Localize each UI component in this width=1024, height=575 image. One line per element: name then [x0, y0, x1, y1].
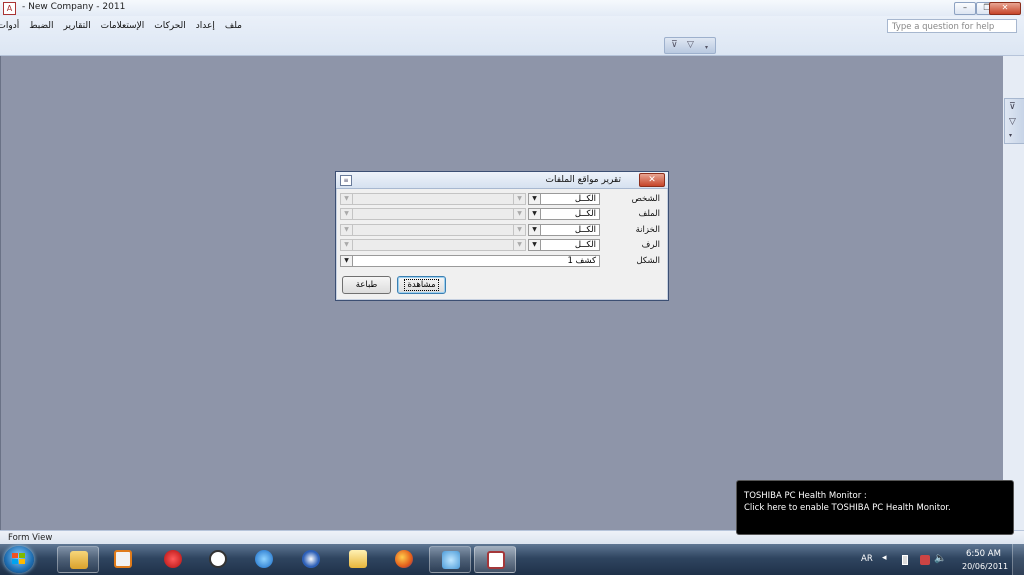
taskbar-internet-explorer[interactable] — [243, 546, 285, 573]
status-text: Form View — [8, 533, 53, 543]
dialog-title-bar: ≡ تقرير مواقع الملفات ✕ — [336, 172, 668, 189]
person-combo[interactable]: ▼ الكــل — [528, 193, 600, 205]
chevron-down-icon[interactable]: ▼ — [529, 209, 541, 219]
taskbar-users[interactable] — [429, 546, 471, 573]
taskbar-media-player[interactable] — [102, 546, 144, 573]
taskbar-access[interactable] — [474, 546, 516, 573]
print-button[interactable]: طباعة — [342, 276, 391, 294]
media-player-icon — [114, 550, 132, 568]
clock-icon — [209, 550, 227, 568]
docked-filter-icon[interactable]: ▽ — [1009, 117, 1016, 127]
health-monitor-notification[interactable]: TOSHIBA PC Health Monitor : Click here t… — [736, 480, 1014, 535]
chevron-down-icon: ▼ — [341, 225, 353, 235]
internet-explorer-icon — [255, 550, 273, 568]
taskbar-clock-app[interactable] — [197, 546, 239, 573]
battery-icon[interactable] — [902, 555, 908, 565]
shape-label: الشكل — [636, 256, 660, 266]
file-row: ▼ ▼ ▼ الكــل الملف — [336, 208, 668, 221]
chevron-down-icon: ▼ — [341, 194, 353, 204]
form-icon[interactable]: ≡ — [340, 175, 352, 186]
filter-clear-icon[interactable]: ⊽ — [671, 40, 678, 50]
tray-date[interactable]: 20/06/2011 — [962, 562, 1008, 571]
cabinet-row: ▼ ▼ ▼ الكــل الخزانة — [336, 224, 668, 237]
menu-control[interactable]: الضبط — [29, 21, 53, 31]
help-search-input[interactable]: Type a question for help — [887, 19, 1017, 33]
shape-combo[interactable]: ▼ كشف 1 — [340, 255, 600, 267]
shelf-combo[interactable]: ▼ الكــل — [528, 239, 600, 251]
volume-icon[interactable]: 🔈 — [934, 553, 946, 564]
notification-message[interactable]: Click here to enable TOSHIBA PC Health M… — [744, 503, 951, 513]
filter-icon[interactable]: ▽ — [687, 40, 694, 50]
title-bar: A - New Company - 2011 – ❐ ✕ — [0, 0, 1024, 17]
firefox-icon — [395, 550, 413, 568]
person-detail-combo: ▼ ▼ — [340, 193, 526, 205]
file-combo[interactable]: ▼ الكــل — [528, 208, 600, 220]
tray-time[interactable]: 6:50 AM — [966, 549, 1001, 559]
dialog-close-button[interactable]: ✕ — [639, 173, 665, 187]
menu-tools[interactable]: أدوات — [0, 21, 19, 31]
taskbar-explorer[interactable] — [57, 546, 99, 573]
main-menu: ملف إعداد الحركات الإستعلامات التقارير ا… — [0, 21, 242, 31]
cabinet-detail-combo: ▼ ▼ — [340, 224, 526, 236]
chevron-down-icon: ▼ — [513, 209, 525, 219]
show-desktop-button[interactable] — [1012, 544, 1024, 575]
users-icon — [442, 551, 460, 569]
mail-icon — [349, 550, 367, 568]
menu-reports[interactable]: التقارير — [64, 21, 91, 31]
chevron-down-icon[interactable]: ▼ — [529, 225, 541, 235]
close-button[interactable]: ✕ — [989, 2, 1021, 15]
access-app-icon[interactable]: A — [3, 2, 16, 15]
docked-toolbar-options-icon[interactable]: ▾ — [1009, 132, 1012, 139]
menu-file[interactable]: ملف — [225, 21, 242, 31]
minimize-button[interactable]: – — [954, 2, 976, 15]
menu-transactions[interactable]: الحركات — [154, 21, 186, 31]
taskbar-messenger[interactable] — [290, 546, 332, 573]
chevron-down-icon: ▼ — [513, 194, 525, 204]
taskbar: AR ◂ 🔈 6:50 AM 20/06/2011 — [0, 544, 1024, 575]
chevron-down-icon: ▼ — [513, 225, 525, 235]
person-label: الشخص — [631, 194, 660, 204]
chevron-down-icon: ▼ — [513, 240, 525, 250]
cabinet-combo[interactable]: ▼ الكــل — [528, 224, 600, 236]
windows-logo-icon — [12, 553, 25, 564]
messenger-icon — [302, 550, 320, 568]
toolbar-options-icon[interactable]: ▾ — [705, 44, 708, 51]
shape-row: ▼ كشف 1 الشكل — [336, 255, 668, 268]
file-locations-report-dialog: ≡ تقرير مواقع الملفات ✕ ▼ ▼ ▼ الكــل الشخص… — [335, 171, 669, 301]
language-indicator[interactable]: AR — [861, 554, 873, 564]
menu-queries[interactable]: الإستعلامات — [101, 21, 145, 31]
docked-filter-toolbar[interactable]: ⊽ ▽ ▾ — [1004, 98, 1024, 144]
network-icon[interactable] — [920, 555, 930, 565]
notification-title: TOSHIBA PC Health Monitor : — [744, 491, 867, 501]
docked-filter-clear-icon[interactable]: ⊽ — [1009, 102, 1016, 112]
chevron-down-icon[interactable]: ▼ — [529, 194, 541, 204]
access-icon — [487, 551, 505, 569]
person-row: ▼ ▼ ▼ الكــل الشخص — [336, 193, 668, 206]
menu-bar: ملف إعداد الحركات الإستعلامات التقارير ا… — [0, 16, 1024, 56]
view-button[interactable]: مشاهدة — [397, 276, 446, 294]
taskbar-firefox[interactable] — [383, 546, 425, 573]
tray-expand-icon[interactable]: ◂ — [882, 553, 887, 563]
menu-setup[interactable]: إعداد — [196, 21, 215, 31]
taskbar-pushpin[interactable] — [152, 546, 194, 573]
chevron-down-icon[interactable]: ▼ — [529, 240, 541, 250]
shelf-label: الرف — [641, 240, 660, 250]
filter-toolbar[interactable]: ⊽ ▽ ▾ — [664, 37, 716, 54]
start-button[interactable] — [4, 546, 34, 573]
pushpin-icon — [164, 550, 182, 568]
taskbar-mail[interactable] — [337, 546, 379, 573]
folder-icon — [70, 551, 88, 569]
file-detail-combo: ▼ ▼ — [340, 208, 526, 220]
chevron-down-icon: ▼ — [341, 209, 353, 219]
dialog-title: تقرير مواقع الملفات — [545, 175, 621, 185]
chevron-down-icon: ▼ — [341, 240, 353, 250]
file-label: الملف — [638, 209, 660, 219]
chevron-down-icon[interactable]: ▼ — [341, 256, 353, 266]
cabinet-label: الخزانة — [635, 225, 660, 235]
window-title: - New Company - 2011 — [22, 2, 126, 12]
shelf-detail-combo: ▼ ▼ — [340, 239, 526, 251]
shelf-row: ▼ ▼ ▼ الكــل الرف — [336, 239, 668, 252]
